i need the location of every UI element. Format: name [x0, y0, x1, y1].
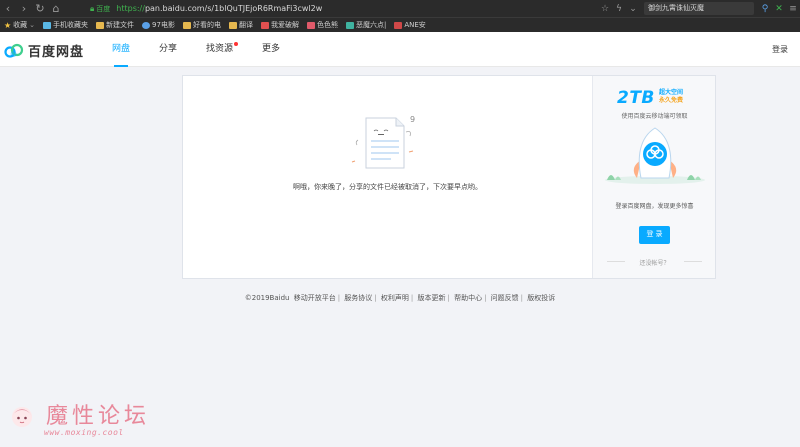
- watermark-url: www.moxing.cool: [44, 428, 124, 437]
- menu-icon[interactable]: ≡: [786, 4, 800, 14]
- footer-copyright: ©2019Baidu: [244, 294, 290, 302]
- bookmark-item[interactable]: 新建文件: [96, 20, 134, 30]
- promo-panel: 2TB 超大空间 永久免费 使用百度云移动端可领取 登录百度网盘，发现更多惊喜 …: [592, 76, 715, 278]
- promo-subtitle: 使用百度云移动端可领取: [621, 113, 688, 120]
- rocket-illustration: [605, 127, 705, 184]
- folder-icon: [96, 21, 105, 29]
- gift-icon: [345, 21, 354, 29]
- star-icon: ★: [4, 20, 12, 30]
- promo-storage: 2TB: [617, 88, 655, 108]
- bookmarks-bar: ★ 收藏 ⌄ 手机收藏夹 新建文件 97电影 好看的电 翻译 我爱破解 色色熊 恶魔…: [0, 17, 800, 32]
- bookmark-item[interactable]: ★ 收藏 ⌄: [4, 20, 35, 30]
- tab-share[interactable]: 分享: [159, 32, 177, 67]
- dropdown-icon[interactable]: ⌄: [626, 4, 640, 14]
- url-scheme: https://: [116, 4, 145, 13]
- watermark: 魔性论坛 www.moxing.cool: [4, 398, 164, 444]
- promo-tag: 超大空间 永久免费: [659, 89, 684, 104]
- bookmark-item[interactable]: 恶魔六点|: [345, 20, 386, 30]
- main-nav: 网盘 分享 找资源 更多: [112, 32, 309, 67]
- error-message: 啊哦，你来晚了，分享的文件已经被取消了，下次要早点哟。: [293, 183, 482, 191]
- anime-girl-icon: [12, 407, 32, 427]
- cloud-logo-icon: [4, 43, 24, 58]
- address-bar[interactable]: 🔒︎ 百度 https:// pan.baidu.com/s/1blQuTJEj…: [90, 1, 600, 16]
- site-header: 百度网盘 网盘 分享 找资源 更多 登录: [0, 32, 800, 67]
- bookmark-item[interactable]: 色色熊: [306, 20, 338, 30]
- lock-icon: 🔒︎: [90, 3, 95, 13]
- login-button[interactable]: 登 录: [639, 226, 670, 244]
- footer-link-feedback[interactable]: 问题反馈: [491, 294, 519, 302]
- search-icon[interactable]: ⚲: [758, 4, 772, 14]
- login-prompt: 登录百度网盘，发现更多惊喜: [615, 203, 694, 210]
- cancelled-file-illustration: 9: [351, 115, 415, 169]
- footer-link-help[interactable]: 帮助中心: [454, 294, 482, 302]
- divider-right: [684, 261, 702, 262]
- bookmark-item[interactable]: 97电影: [142, 20, 175, 30]
- bookmark-item[interactable]: ANE安: [394, 20, 426, 30]
- register-link[interactable]: 还没帐号？: [593, 258, 716, 267]
- logo[interactable]: 百度网盘: [4, 41, 84, 60]
- watermark-title: 魔性论坛: [46, 404, 151, 429]
- folder-icon: [228, 21, 237, 29]
- home-icon[interactable]: ⌂: [48, 0, 64, 17]
- forward-icon[interactable]: ›: [16, 0, 32, 17]
- refresh-icon[interactable]: ↻: [32, 0, 48, 17]
- bookmark-item[interactable]: 好看的电: [182, 20, 221, 30]
- bookmark-item[interactable]: 手机收藏夹: [43, 20, 88, 30]
- footer-link-updates[interactable]: 版本更新: [417, 294, 445, 302]
- error-panel: 9 啊哦，你来晚了，分享的文件已经被取消了，下次要早点哟。: [183, 76, 592, 278]
- main-card: 9 啊哦，你来晚了，分享的文件已经被取消了，下次要早点哟。 2TB 超大空间 永…: [182, 75, 716, 279]
- svg-text:9: 9: [410, 115, 415, 124]
- secure-label: 百度: [96, 4, 111, 13]
- headphone-icon: [142, 21, 151, 29]
- heart-icon: [306, 21, 315, 29]
- logo-text: 百度网盘: [28, 45, 85, 60]
- phone-icon: [43, 21, 52, 29]
- footer-link-copyright-complaint[interactable]: 版权投诉: [527, 294, 555, 302]
- folder-icon: [182, 21, 191, 29]
- back-icon[interactable]: ‹: [0, 0, 16, 17]
- notification-dot: [234, 42, 239, 46]
- login-link[interactable]: 登录: [772, 44, 788, 55]
- star-icon[interactable]: ☆: [598, 4, 612, 14]
- bookmark-item[interactable]: 我爱破解: [260, 20, 299, 30]
- ane-icon: [394, 21, 403, 29]
- page-footer: ©2019Baidu 移动开放平台 | 服务协议 | 权利声明 | 版本更新 | 帮助中…: [244, 294, 556, 302]
- flash-icon[interactable]: ϟ: [612, 4, 626, 14]
- extension-icon[interactable]: ✕: [772, 4, 786, 14]
- tab-find-resources[interactable]: 找资源: [206, 32, 239, 67]
- footer-link-open-platform[interactable]: 移动开放平台: [294, 294, 336, 302]
- url-text: pan.baidu.com/s/1blQuTJEjoR6RmaFi3cwl2w: [144, 4, 323, 13]
- footer-link-rights[interactable]: 权利声明: [381, 294, 409, 302]
- tab-more[interactable]: 更多: [262, 32, 280, 67]
- browser-toolbar: ‹ › ↻ ⌂ 🔒︎ 百度 https:// pan.baidu.com/s/1…: [0, 0, 800, 17]
- tab-netdisk[interactable]: 网盘: [112, 32, 130, 67]
- browser-search-input[interactable]: 御剑九霄诛仙灭魔: [644, 2, 754, 15]
- footer-link-terms[interactable]: 服务协议: [344, 294, 372, 302]
- grid-icon: [260, 21, 269, 29]
- bookmark-item[interactable]: 翻译: [228, 20, 253, 30]
